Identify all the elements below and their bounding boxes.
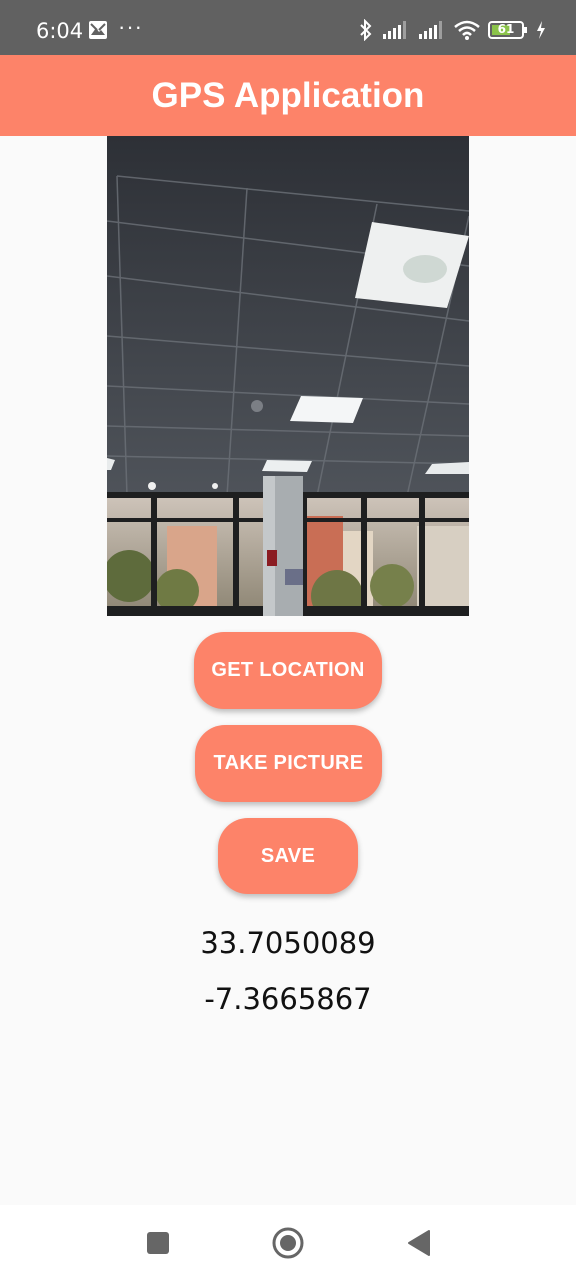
more-notifications-icon: ··· xyxy=(118,14,143,39)
signal-icon xyxy=(418,20,446,40)
bluetooth-icon xyxy=(358,19,374,41)
status-bar: 6:04 ··· 61 xyxy=(0,0,576,55)
status-time: 6:04 xyxy=(36,19,84,43)
latitude-text: 33.7050089 xyxy=(200,926,376,960)
photos-icon xyxy=(88,20,108,40)
battery-level: 61 xyxy=(497,22,515,36)
home-icon[interactable] xyxy=(270,1225,306,1261)
recents-icon[interactable] xyxy=(140,1225,176,1261)
battery-icon: 61 xyxy=(488,20,528,40)
wifi-icon xyxy=(454,20,480,40)
back-icon[interactable] xyxy=(400,1225,436,1261)
app-title: GPS Application xyxy=(151,75,425,115)
take-picture-button[interactable]: TAKE PICTURE xyxy=(195,725,382,802)
app-bar: GPS Application xyxy=(0,55,576,136)
save-button[interactable]: SAVE xyxy=(218,818,358,894)
captured-photo xyxy=(107,136,469,616)
get-location-button[interactable]: GET LOCATION xyxy=(194,632,382,709)
navigation-bar xyxy=(0,1205,576,1280)
longitude-text: -7.3665867 xyxy=(204,982,372,1016)
charging-icon xyxy=(536,21,546,39)
signal-icon xyxy=(382,20,410,40)
